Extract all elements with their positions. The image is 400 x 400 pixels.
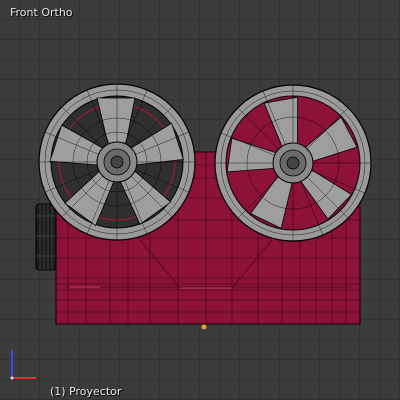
object-label: (1) Proyector [50,385,122,398]
left-reel[interactable] [38,83,196,241]
origin-point-icon [201,324,207,330]
right-reel[interactable] [214,84,372,242]
axis-gizmo-icon [10,350,36,380]
projector-model[interactable] [0,0,400,400]
side-lens[interactable] [35,203,57,271]
3d-viewport[interactable]: Front Ortho (1) Proyector [0,0,400,400]
